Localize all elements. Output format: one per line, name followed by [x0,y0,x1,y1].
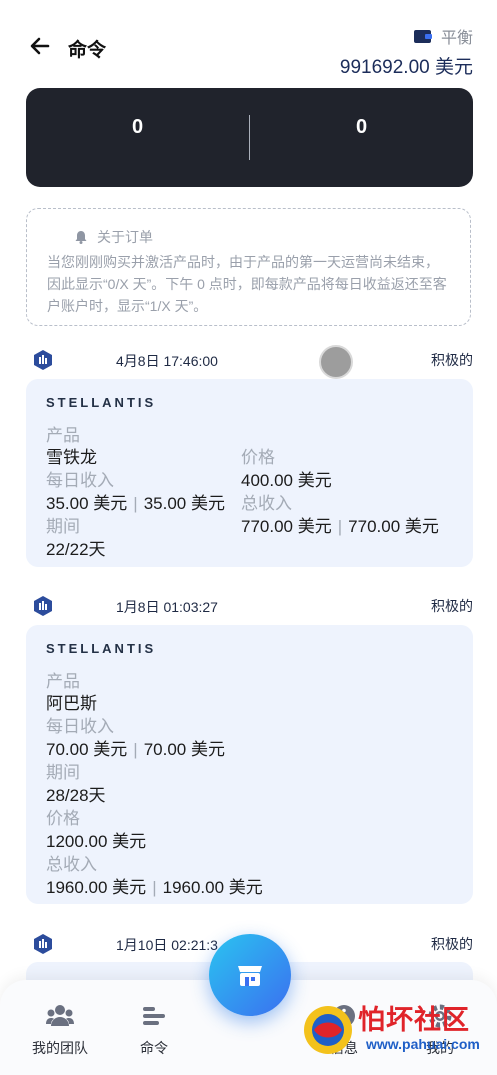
order-notice: 关于订单 当您刚刚购买并激活产品时，由于产品的第一天运营尚未结束，因此显示“0/… [26,208,471,326]
watermark-text: 怕坏社区 [358,1005,470,1035]
daily-income-a: 35.00 美元 [46,494,128,513]
total-income-value: 1960.00 美元 | 1960.00 美元 [46,873,263,898]
order-card[interactable]: STELLANTIS 产品 雪铁龙 每日收入 35.00 美元 | 35.00 美元… [26,379,473,567]
balance-label: 平衡 [440,30,473,47]
orders-list-icon [143,1007,165,1025]
daily-income-label: 每日收入 [46,717,114,736]
total-income-label: 总收入 [46,855,97,874]
bell-icon [75,231,87,244]
daily-income-a: 70.00 美元 [46,740,128,759]
total-income-b: 1960.00 美元 [162,878,263,897]
daily-income-value: 35.00 美元 | 35.00 美元 [46,489,225,514]
product-value: 阿巴斯 [46,694,97,713]
period-label: 期间 [46,517,80,536]
order-badge-icon [34,596,52,616]
value-separator: | [337,517,343,536]
page-title: 命令 [68,40,107,61]
stats-card: 0 0 [26,88,473,187]
price-label: 价格 [241,448,275,467]
brand-logo: STELLANTIS [46,641,157,656]
daily-income-b: 35.00 美元 [143,494,225,513]
value-separator: | [152,878,157,897]
balance-value: 991692.00 美元 [339,57,473,78]
header: 命令 平衡 991692.00 美元 [0,0,497,80]
watermark: 怕坏社区 www.pahuai.com [300,994,497,1074]
scroll-indicator[interactable] [319,345,353,379]
order-status: 积极的 [431,352,473,368]
nav-item-team[interactable]: 我的团队 [20,1002,100,1058]
balance-label-group: 平衡 [413,24,473,48]
order-meta: 4月8日 17:46:00 积极的 [26,348,473,374]
order-badge-icon [34,934,52,954]
order-badge-icon [34,350,52,370]
brand-logo: STELLANTIS [46,395,157,410]
product-value: 雪铁龙 [46,448,97,467]
value-separator: | [133,740,138,759]
daily-income-b: 70.00 美元 [143,740,225,759]
order-date: 4月8日 17:46:00 [116,353,218,369]
watermark-url: www.pahuai.com [366,1036,480,1052]
notice-title: 关于订单 [97,229,153,245]
nav-item-orders[interactable]: 命令 [114,1002,194,1058]
order-date: 1月8日 01:03:27 [116,599,218,615]
period-value: 28/28天 [46,786,106,805]
order-meta: 1月8日 01:03:27 积极的 [26,594,473,620]
period-value: 22/22天 [46,540,106,559]
stat-left-value: 0 [131,116,144,138]
notice-header: 关于订单 [73,227,450,247]
period-label: 期间 [46,763,80,782]
team-icon [46,1005,74,1026]
store-fab-button[interactable] [209,934,291,1016]
total-income-a: 770.00 美元 [241,517,332,536]
value-separator: | [133,494,138,513]
daily-income-label: 每日收入 [46,471,114,490]
order-date: 1月10日 02:21:3 [116,937,218,953]
wallet-icon [413,30,432,43]
order-status: 积极的 [431,598,473,614]
order-card[interactable]: STELLANTIS 产品 阿巴斯 每日收入 70.00 美元 | 70.00 美元… [26,625,473,904]
daily-income-value: 70.00 美元 | 70.00 美元 [46,735,225,760]
price-value: 1200.00 美元 [46,832,147,851]
total-income-value: 770.00 美元 | 770.00 美元 [241,512,439,537]
notice-text: 当您刚刚购买并激活产品时，由于产品的第一天运营尚未结束，因此显示“0/X 天”。… [47,254,447,314]
total-income-label: 总收入 [241,494,292,513]
order-status: 积极的 [431,936,473,952]
store-icon [238,966,262,986]
back-arrow-icon[interactable] [28,34,52,58]
price-label: 价格 [46,809,80,828]
nav-label-orders: 命令 [140,1040,168,1056]
total-income-a: 1960.00 美元 [46,878,147,897]
price-value: 400.00 美元 [241,471,332,490]
total-income-b: 770.00 美元 [348,517,439,536]
stat-right-value: 0 [355,116,368,138]
nav-label-team: 我的团队 [32,1040,88,1056]
watermark-logo [304,1006,352,1054]
